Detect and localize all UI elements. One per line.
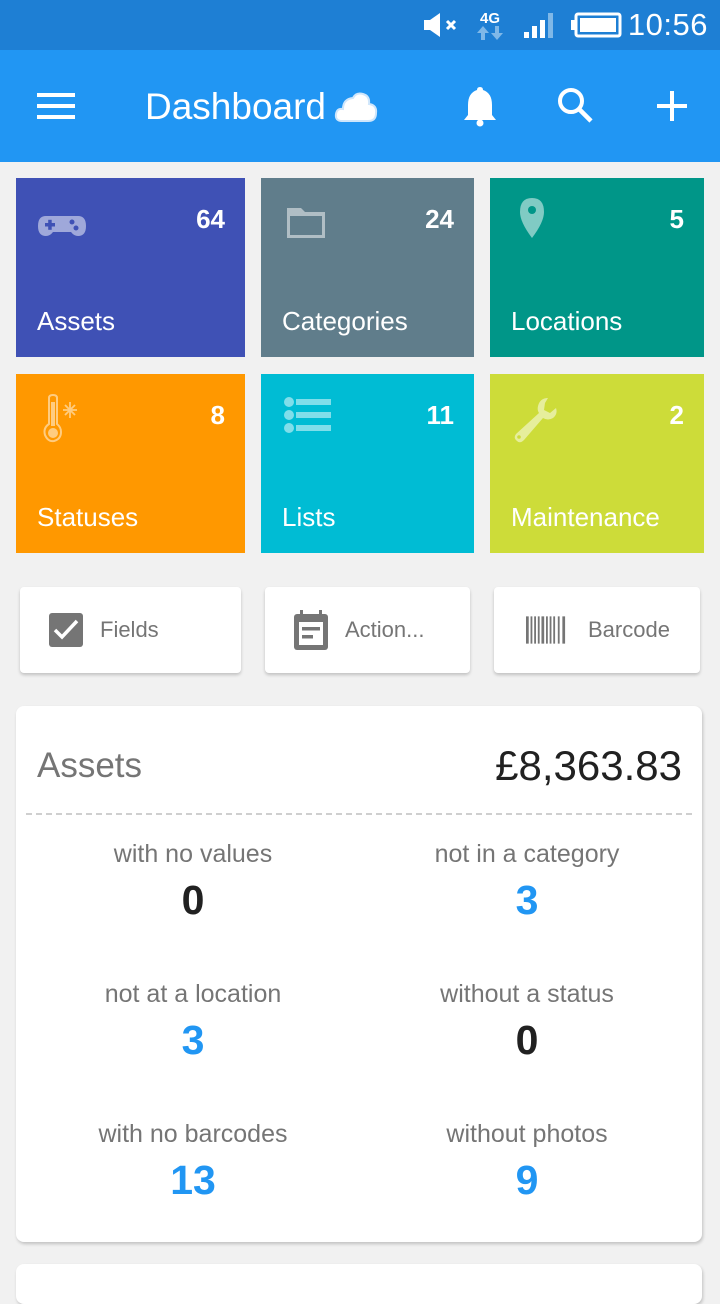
fields-label: Fields xyxy=(100,617,159,642)
barcode-button[interactable]: Barcode xyxy=(494,587,700,673)
volume-muted-icon xyxy=(422,0,464,50)
fields-button[interactable]: Fields xyxy=(20,587,241,673)
tile-categories[interactable]: 24 Categories xyxy=(261,178,474,357)
stat-without-photos[interactable]: without photos 9 xyxy=(357,1120,697,1204)
signal-icon xyxy=(522,0,558,50)
stat-value: 0 xyxy=(515,1017,539,1063)
tile-statuses[interactable]: 8 Statuses xyxy=(16,374,245,553)
next-card[interactable] xyxy=(16,1264,702,1304)
stat-no-values[interactable]: with no values 0 xyxy=(23,840,363,924)
wrench-icon xyxy=(514,398,557,443)
card-title: Assets xyxy=(37,746,143,785)
gamepad-icon xyxy=(38,216,86,236)
checkbox-icon xyxy=(46,610,86,650)
tile-count: 24 xyxy=(425,204,454,234)
tile-label: Statuses xyxy=(37,502,139,532)
stat-label: without photos xyxy=(446,1120,608,1148)
notifications-bell-icon xyxy=(464,87,496,127)
search-button[interactable] xyxy=(548,78,604,134)
folder-icon xyxy=(287,208,325,238)
actions-label: Action... xyxy=(345,617,425,642)
tile-lists[interactable]: 11 Lists xyxy=(261,374,474,553)
stat-no-barcodes[interactable]: with no barcodes 13 xyxy=(23,1120,363,1204)
tile-maintenance[interactable]: 2 Maintenance xyxy=(490,374,704,553)
add-icon xyxy=(657,91,687,121)
tile-label: Maintenance xyxy=(511,502,660,532)
tile-count: 5 xyxy=(669,204,684,234)
stat-label: with no values xyxy=(113,840,273,868)
app-bar: Dashboard xyxy=(0,50,720,162)
list-icon xyxy=(284,397,331,433)
add-button[interactable] xyxy=(644,78,700,134)
4g-data-icon: 4G xyxy=(476,0,504,50)
tile-count: 11 xyxy=(426,400,455,430)
page-title-container: Dashboard xyxy=(145,84,378,130)
stat-not-at-location[interactable]: not at a location 3 xyxy=(23,980,363,1064)
total-value: £8,363.83 xyxy=(495,742,682,789)
tile-count: 64 xyxy=(196,204,225,234)
calendar-note-icon xyxy=(291,610,331,650)
battery-icon xyxy=(570,0,622,50)
stat-value: 3 xyxy=(181,1017,205,1063)
stat-value: 0 xyxy=(181,877,205,923)
barcode-label: Barcode xyxy=(588,617,670,642)
stat-without-status[interactable]: without a status 0 xyxy=(357,980,697,1064)
thermometer-icon xyxy=(43,394,77,443)
stat-label: with no barcodes xyxy=(98,1120,288,1148)
stat-value: 9 xyxy=(515,1157,539,1203)
search-icon xyxy=(558,88,593,123)
tile-count: 8 xyxy=(210,400,225,430)
stat-label: not in a category xyxy=(434,840,620,868)
tile-count: 2 xyxy=(669,400,684,430)
stat-label: without a status xyxy=(440,980,614,1008)
tile-assets[interactable]: 64 Assets xyxy=(16,178,245,357)
stat-label: not at a location xyxy=(104,980,282,1008)
divider xyxy=(26,813,692,815)
status-time: 10:56 xyxy=(627,7,708,42)
notifications-button[interactable] xyxy=(452,78,508,134)
location-pin-icon xyxy=(520,198,544,238)
stat-value: 3 xyxy=(515,877,539,923)
tile-label: Assets xyxy=(37,306,116,336)
assets-summary-card[interactable]: Assets £8,363.83 with no values 0 not in… xyxy=(16,706,702,1242)
stat-value: 13 xyxy=(170,1157,216,1203)
tile-label: Locations xyxy=(511,306,623,336)
stat-not-in-category[interactable]: not in a category 3 xyxy=(357,840,697,924)
actions-button[interactable]: Action... xyxy=(265,587,470,673)
tile-label: Lists xyxy=(282,502,336,532)
page-title: Dashboard xyxy=(145,86,327,127)
tile-label: Categories xyxy=(282,306,408,336)
cloud-sync-icon[interactable] xyxy=(334,91,378,123)
tile-locations[interactable]: 5 Locations xyxy=(490,178,704,357)
menu-button[interactable] xyxy=(26,80,86,132)
barcode-icon xyxy=(526,610,566,650)
menu-icon xyxy=(37,93,75,119)
status-bar: 4G 10:56 xyxy=(0,0,720,50)
